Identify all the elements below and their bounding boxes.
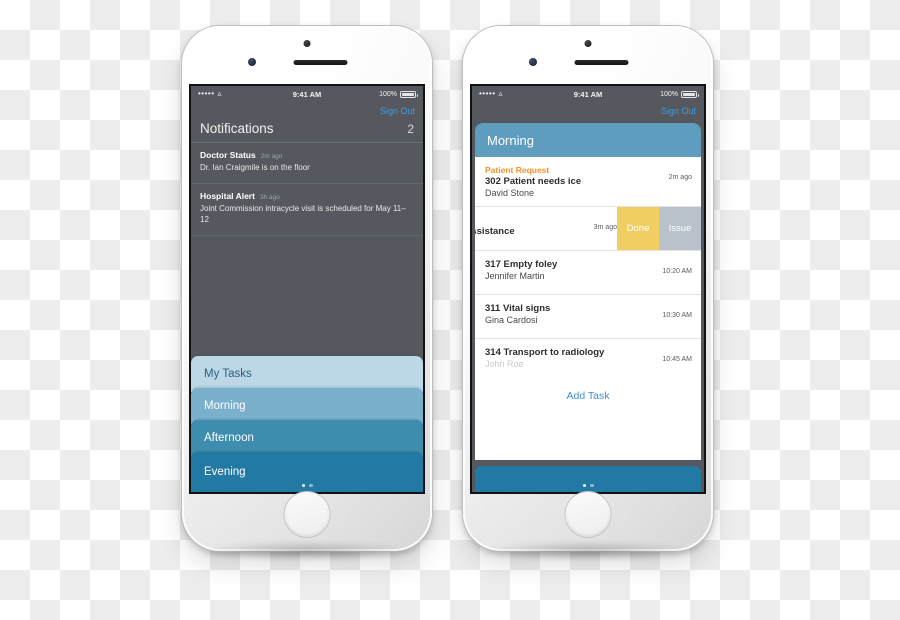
task-row-content: 317 Empty foley Jennifer Martin	[485, 259, 662, 281]
task-time-label: 2m ago	[668, 174, 692, 181]
task-card-afternoon[interactable]: Afternoon	[191, 420, 423, 456]
status-bar: ••••• ▵ 9:41 AM 100%	[472, 86, 704, 102]
home-button[interactable]	[565, 492, 611, 537]
status-bar-time: 9:41 AM	[573, 89, 603, 99]
task-card-label: My Tasks	[204, 368, 252, 380]
bottom-navigation-bar[interactable]	[475, 466, 701, 492]
section-header-label: Morning	[487, 132, 534, 148]
sign-out-row-right: Sign Out	[472, 102, 704, 119]
earpiece-speaker-icon	[574, 60, 629, 65]
notification-item[interactable]: Doctor Status 2m ago Dr. Ian Craigmile i…	[191, 143, 423, 184]
task-row-text: uest m assistance	[475, 215, 594, 237]
empty-space	[191, 236, 423, 356]
task-card-evening[interactable]: Evening	[191, 452, 423, 492]
notification-timestamp: 2m ago	[260, 153, 283, 160]
task-time-label: 10:20 AM	[662, 268, 692, 275]
task-name-label: m assistance	[475, 226, 515, 237]
screen-right: ••••• ▵ 9:41 AM 100% Sign Out Morning Pa…	[472, 86, 704, 492]
phone-device-right: ••••• ▵ 9:41 AM 100% Sign Out Morning Pa…	[463, 26, 713, 561]
task-person-label: John Roe	[485, 359, 524, 369]
task-row-content: 314 Transport to radiology John Roe	[485, 347, 662, 369]
notification-timestamp: 3h ago	[259, 193, 280, 201]
task-row-content: uest m assistance 3m ago	[475, 215, 617, 237]
page-indicator-dots	[191, 483, 423, 487]
notification-title-row: Hospital Alert 3h ago	[200, 191, 414, 201]
phone-device-left: ••••• ▵ 9:41 AM 100% Sign Out Notificati…	[182, 26, 432, 561]
status-bar: ••••• ▵ 9:41 AM 100%	[191, 86, 423, 102]
task-kind-label: uest	[475, 215, 594, 225]
task-time-label: 3m ago	[593, 224, 617, 231]
task-row-content: Patient Request 302 Patient needs ice Da…	[485, 165, 669, 198]
task-name-label: 311 Vital signs	[485, 303, 551, 314]
section-header-morning: Morning	[475, 123, 701, 157]
task-list-stack: My Tasks Morning Afternoon Evening	[191, 356, 423, 492]
battery-icon	[400, 90, 418, 98]
task-card-morning[interactable]: Morning	[191, 388, 423, 424]
task-card-my-tasks[interactable]: My Tasks	[191, 356, 423, 392]
page-dot-active	[582, 483, 586, 487]
front-camera-icon	[303, 40, 311, 47]
task-person-label: David Stone	[485, 188, 535, 198]
earpiece-speaker-icon	[293, 60, 348, 65]
page-dot-inactive	[590, 483, 594, 487]
page-dot-inactive	[309, 483, 313, 487]
sign-out-row-left: Sign Out	[191, 102, 423, 119]
issue-button[interactable]: Issue	[659, 207, 701, 250]
sign-out-button[interactable]: Sign Out	[380, 106, 415, 116]
sign-out-button[interactable]: Sign Out	[661, 106, 696, 116]
notifications-count-badge: 2	[407, 121, 414, 136]
page-title: Notifications	[200, 121, 274, 136]
swipe-action-group: Done Issue	[617, 207, 701, 250]
proximity-sensor-icon	[248, 58, 256, 66]
status-bar-time: 9:41 AM	[292, 89, 322, 99]
task-time-label: 10:30 AM	[662, 312, 692, 319]
task-name-label: 302 Patient needs ice	[485, 176, 582, 187]
task-name-label: 317 Empty foley	[485, 259, 558, 270]
task-time-label: 10:45 AM	[662, 356, 692, 363]
task-row[interactable]: 311 Vital signs Gina Cardosi 10:30 AM	[475, 295, 701, 339]
task-card-label: Afternoon	[204, 432, 254, 444]
notification-title: Hospital Alert	[200, 190, 255, 201]
notification-body: Joint Commission intracycle visit is sch…	[200, 203, 406, 225]
notifications-header: Notifications 2	[191, 119, 423, 143]
add-task-button[interactable]: Add Task	[475, 383, 701, 411]
device-shadow	[483, 541, 693, 561]
device-shadow	[202, 541, 412, 561]
notification-title: Doctor Status	[200, 150, 256, 160]
task-kind-label: Patient Request	[485, 165, 550, 175]
notification-title-row: Doctor Status 2m ago	[200, 150, 414, 160]
proximity-sensor-icon	[529, 58, 537, 66]
task-row-content: 311 Vital signs Gina Cardosi	[485, 303, 662, 325]
task-row[interactable]: 317 Empty foley Jennifer Martin 10:20 AM	[475, 251, 701, 295]
task-person-label: Gina Cardosi	[485, 315, 538, 325]
canvas-root: ••••• ▵ 9:41 AM 100% Sign Out Notificati…	[0, 0, 900, 620]
task-row-swiped[interactable]: uest m assistance 3m ago Done Issue	[475, 207, 701, 251]
task-person-label: Jennifer Martin	[485, 271, 545, 281]
task-row[interactable]: 314 Transport to radiology John Roe 10:4…	[475, 339, 701, 383]
screen-left: ••••• ▵ 9:41 AM 100% Sign Out Notificati…	[191, 86, 423, 492]
notification-item[interactable]: Hospital Alert 3h ago Joint Commission i…	[191, 184, 423, 236]
page-dot-active	[301, 483, 305, 487]
battery-icon	[681, 90, 699, 98]
home-button[interactable]	[284, 492, 330, 537]
task-list-sheet: Patient Request 302 Patient needs ice Da…	[475, 157, 701, 460]
task-row[interactable]: Patient Request 302 Patient needs ice Da…	[475, 157, 701, 207]
task-name-label: 314 Transport to radiology	[485, 347, 605, 358]
task-card-label: Evening	[204, 466, 246, 478]
notification-body: Dr. Ian Craigmile is on the floor	[200, 163, 310, 172]
task-card-label: Morning	[204, 400, 246, 412]
done-button[interactable]: Done	[617, 207, 659, 250]
front-camera-icon	[584, 40, 592, 47]
page-indicator-dots	[475, 483, 701, 487]
